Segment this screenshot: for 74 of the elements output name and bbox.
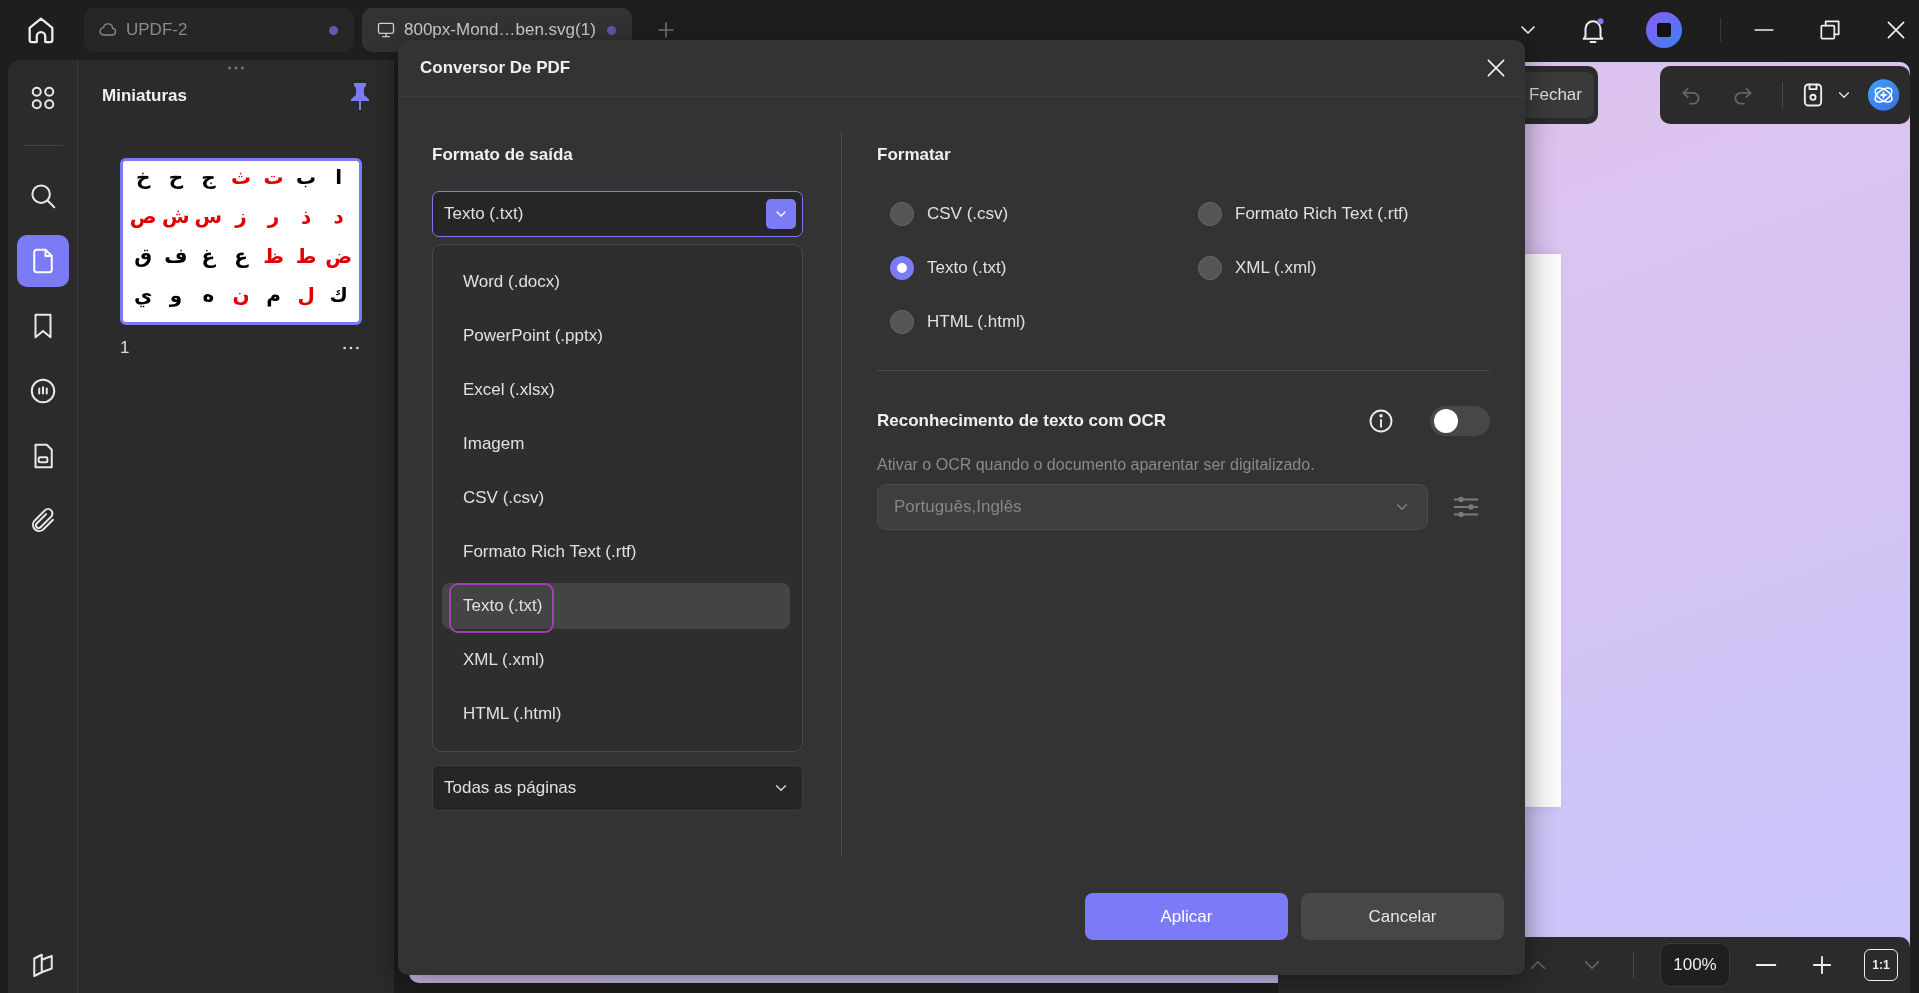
- letter: ت: [262, 164, 285, 191]
- panel-title: Miniaturas: [102, 86, 188, 106]
- radio-label[interactable]: Texto (.txt): [927, 258, 1007, 278]
- letter: ه: [201, 281, 216, 309]
- page-thumbnail[interactable]: خ ح ج ث ت ب ا ص ش س ز ر ذ د ق ف غ ع ظ ط ض ي و ه ن م ل ك: [120, 158, 362, 325]
- page-number: 1: [120, 338, 130, 358]
- section-heading: Formatar: [877, 145, 952, 165]
- letter: ض: [324, 242, 354, 270]
- letter: ا: [334, 164, 344, 191]
- radio-label[interactable]: Formato Rich Text (.rtf): [1235, 204, 1409, 224]
- letter: ع: [233, 242, 250, 270]
- ai-assistant-icon[interactable]: [1866, 76, 1900, 114]
- info-icon[interactable]: [1367, 407, 1395, 435]
- letter: ف: [163, 242, 189, 270]
- unsaved-dot: [329, 25, 338, 35]
- radio-label[interactable]: CSV (.csv): [927, 204, 1009, 224]
- dropdown-option[interactable]: XML (.xml): [442, 637, 790, 683]
- actual-size-button[interactable]: 1:1: [1864, 949, 1898, 981]
- chevron-down-icon: [766, 199, 796, 229]
- letter: خ: [135, 164, 152, 191]
- section-heading: Formato de saída: [432, 145, 574, 165]
- radio-button[interactable]: [890, 202, 914, 226]
- monitor-icon: [376, 20, 396, 40]
- format-dropdown[interactable]: Texto (.txt): [432, 191, 803, 237]
- cancel-button[interactable]: Cancelar: [1301, 893, 1504, 940]
- dropdown-option[interactable]: Excel (.xlsx): [442, 367, 790, 413]
- dropdown-option[interactable]: CSV (.csv): [442, 475, 790, 521]
- ocr-description: Ativar o OCR quando o documento aparentar ser digitalizado.: [877, 456, 1316, 474]
- letter: س: [193, 203, 224, 231]
- letter: ل: [296, 281, 316, 309]
- letter: د: [332, 203, 345, 231]
- dropdown-option[interactable]: HTML (.html): [442, 691, 790, 737]
- dropdown-option[interactable]: Word (.docx): [442, 259, 790, 305]
- letter: ح: [167, 164, 185, 191]
- radio-button[interactable]: [1198, 256, 1222, 280]
- letter: ظ: [262, 242, 285, 270]
- pin-icon[interactable]: [350, 81, 370, 111]
- letter: ص: [128, 203, 158, 231]
- zoom-field[interactable]: 100%: [1660, 943, 1730, 987]
- letter: غ: [200, 242, 217, 270]
- radio-label[interactable]: XML (.xml): [1235, 258, 1317, 278]
- unsaved-dot: [607, 25, 616, 35]
- dropdown-option[interactable]: Formato Rich Text (.rtf): [442, 529, 790, 575]
- letter: ث: [229, 164, 253, 191]
- account-icon[interactable]: [1646, 12, 1682, 48]
- radio-button[interactable]: [1198, 202, 1222, 226]
- letter: ق: [133, 242, 154, 270]
- dropdown-option[interactable]: Texto (.txt): [442, 583, 790, 629]
- dialog-title: Conversor De PDF: [420, 58, 571, 78]
- letter: ي: [133, 281, 154, 310]
- restore-icon[interactable]: [1817, 17, 1843, 43]
- ocr-title: Reconhecimento de texto com OCR: [877, 411, 1168, 431]
- radio-button[interactable]: [890, 310, 914, 334]
- letter: ذ: [300, 203, 313, 231]
- letter: ب: [295, 164, 318, 191]
- radio-button[interactable]: [890, 256, 914, 280]
- dropdown-option[interactable]: Imagem: [442, 421, 790, 467]
- dropdown-option[interactable]: PowerPoint (.pptx): [442, 313, 790, 359]
- page-range-dropdown[interactable]: Todas as páginas: [432, 765, 803, 811]
- letter: ش: [161, 203, 191, 231]
- letter: ك: [328, 281, 349, 309]
- sidebar-item[interactable]: [16, 235, 69, 287]
- letter: م: [265, 281, 282, 309]
- letter: ن: [231, 281, 251, 309]
- document-tab[interactable]: UPDF-2: [84, 8, 354, 52]
- letter: و: [168, 281, 184, 309]
- letter: ز: [233, 203, 248, 231]
- tab-title: 800px-Mond…ben.svg(1): [404, 20, 597, 40]
- letter: ر: [266, 203, 281, 231]
- letter: ج: [200, 164, 217, 191]
- radio-label[interactable]: HTML (.html): [927, 312, 1026, 332]
- letter: ط: [294, 242, 318, 270]
- tab-title: UPDF-2: [126, 20, 189, 40]
- ocr-toggle[interactable]: [1430, 406, 1490, 436]
